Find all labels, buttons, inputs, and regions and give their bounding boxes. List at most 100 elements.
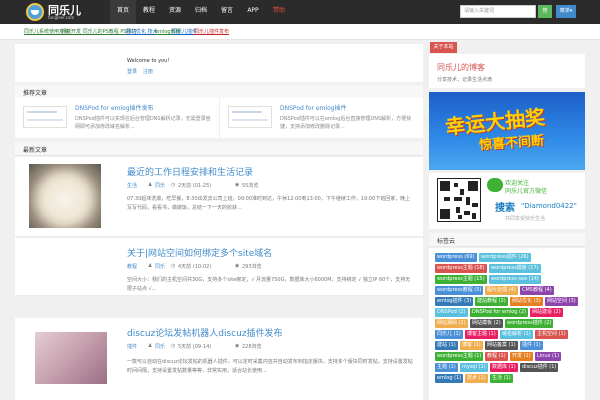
tag-link[interactable]: 网站优化 技术	[126, 28, 158, 35]
recommended-desc: DNSPod插件可以实现在后台管理DNS解析记录，无需登录官网即可添加修改域名解…	[75, 116, 211, 130]
tag-cloud-item[interactable]: discuz插件 (1)	[520, 363, 559, 372]
tag-cloud-item[interactable]: emlog插件 (3)	[435, 297, 474, 306]
tag-cloud-item[interactable]: CMS教程 (4)	[520, 286, 554, 295]
recommend-section-header: 推荐文章	[15, 85, 423, 99]
tag-cloud-item[interactable]: wordpress插件 (2)	[505, 319, 554, 328]
post-author[interactable]: 同乐	[155, 263, 165, 270]
nav-item-donate[interactable]: 赞助	[266, 0, 292, 24]
post-date: 2天前 (01-25)	[178, 183, 212, 189]
clock-icon: ◷	[171, 182, 176, 188]
tag-cloud-item[interactable]: 技术 (1)	[465, 374, 488, 383]
login-link[interactable]: 登录	[127, 68, 137, 75]
clock-icon: ◷	[171, 263, 176, 269]
banner-subline: 惊喜不间断	[478, 133, 545, 154]
tag-cloud-item[interactable]: wordpress seo (14)	[489, 275, 541, 284]
tag-cloud-item[interactable]: 主机空间 (1)	[535, 330, 568, 339]
tag-cloud-item[interactable]: 图片处理 (4)	[485, 286, 518, 295]
eye-icon: ◉	[235, 343, 240, 349]
wechat-account-text: 同乐儿官方微信	[505, 188, 548, 195]
tag-cloud-item[interactable]: mysql (1)	[460, 363, 488, 372]
search-input[interactable]: 请输入关键词	[460, 5, 536, 18]
tag-cloud-item[interactable]: 生活 (1)	[490, 374, 513, 383]
tag-cloud-item[interactable]: wordpress模板 (17)	[489, 264, 541, 273]
nav-item-home[interactable]: 首页	[110, 0, 136, 24]
nav-item-archive[interactable]: 归档	[188, 0, 214, 24]
recommended-item[interactable]: DNSPod for emlog插件发布 DNSPod插件可以实现在后台管理DN…	[15, 98, 219, 138]
recommended-thumbnail[interactable]	[228, 106, 272, 128]
section-title: 推荐文章	[23, 90, 48, 97]
post-category[interactable]: 教程	[127, 263, 137, 270]
post-author[interactable]: 同乐	[155, 343, 165, 350]
tag-cloud-item[interactable]: 建站 (1)	[435, 341, 458, 350]
post-thumbnail-image[interactable]	[35, 332, 107, 384]
tag-cloud-item[interactable]: wordpress插件 (26)	[479, 253, 531, 262]
menu-dropdown-button[interactable]: 菜单▾	[556, 5, 576, 18]
tag-cloud-item[interactable]: 网站空间 (3)	[545, 297, 578, 306]
section-title: 标签云	[437, 238, 456, 245]
post-category[interactable]: 生活	[127, 182, 137, 189]
tag-cloud-item[interactable]: 插件 (1)	[520, 341, 543, 350]
wechat-icon	[487, 178, 503, 192]
nav-item-app[interactable]: APP	[240, 0, 266, 24]
tag-cloud-item[interactable]: wordpress主题 (15)	[435, 275, 487, 284]
author-icon: ♟	[148, 263, 153, 269]
tag-cloud-header: 标签云	[429, 233, 585, 247]
post-thumbnail-image[interactable]	[29, 164, 101, 228]
post-title[interactable]: discuz论坛发帖机器人discuz插件发布	[127, 326, 283, 339]
tag-cloud-item[interactable]: 开发 (1)	[510, 352, 533, 361]
tag-cloud-item[interactable]: 数据库 (1)	[490, 363, 518, 372]
register-link[interactable]: 注册	[143, 68, 153, 75]
post-excerpt: 07:30起床洗漱，吃早餐，8:30出发去公司上班，09:00准时到达，午休12…	[127, 196, 411, 211]
sidebar-site-name[interactable]: 同乐儿的博客	[437, 62, 485, 73]
recommended-desc: DNSPod插件可以在emlog后台直接管理DNS解析，方便快捷，支持添加修改删…	[280, 116, 412, 130]
tag-cloud-item[interactable]: wordpress (69)	[435, 253, 477, 262]
tag-cloud-item[interactable]: 网站建设 (2)	[530, 308, 563, 317]
tag-cloud-item[interactable]: wordpress主题 (18)	[435, 264, 487, 273]
logo-mascot-icon	[26, 3, 44, 21]
post-category[interactable]: 插件	[127, 343, 137, 350]
post-item: discuz论坛发帖机器人discuz插件发布 插件 ♟ 同乐 ◷ 5天前 (0…	[15, 318, 423, 400]
recommended-thumbnail[interactable]	[23, 106, 67, 128]
post-excerpt: 空间大小：我们的主机空间共30G，支持多个site绑定，√ 月流量750G，数据…	[127, 277, 411, 292]
tag-cloud-item[interactable]: wordpress教程 (5)	[435, 286, 484, 295]
eye-icon: ◉	[235, 182, 240, 188]
recommended-item[interactable]: DNSPod for emlog插件 DNSPod插件可以在emlog后台直接管…	[219, 98, 423, 138]
post-item: 最近的工作日程安排和生活记录 生活 ♟ 同乐 ◷ 2天前 (01-25) ◉ 5…	[15, 157, 423, 237]
post-title[interactable]: 最近的工作日程安排和生活记录	[127, 165, 253, 178]
welcome-text: Welcome to you!	[127, 58, 170, 64]
tag-cloud-item[interactable]: 教程 (1)	[485, 352, 508, 361]
nav-item-tutorials[interactable]: 教程	[136, 0, 162, 24]
post-title[interactable]: 关于|网站空间如何绑定多个site域名	[127, 246, 272, 259]
tag-cloud-item[interactable]: 域名解析 (1)	[500, 330, 533, 339]
nav-item-guestbook[interactable]: 留言	[214, 0, 240, 24]
recommended-title[interactable]: DNSPod for emlog插件发布	[75, 103, 154, 112]
tag-link[interactable]: 同乐儿插件发布	[194, 28, 229, 35]
tag-cloud-item[interactable]: 博客 (1)	[460, 341, 483, 350]
wechat-slogan: 共同享受快乐生活	[505, 216, 546, 222]
nav-item-resources[interactable]: 资源	[162, 0, 188, 24]
tag-cloud-item[interactable]: DNSPod for emlog (2)	[470, 308, 529, 317]
post-item: 关于|网站空间如何绑定多个site域名 教程 ♟ 同乐 ◷ 4天前 (10-02…	[15, 238, 423, 296]
sidebar-about-panel: 同乐儿的博客 分享技术，记录生活点滴	[429, 54, 585, 88]
tag-cloud-item[interactable]: 网站优化 (3)	[510, 297, 543, 306]
post-date: 5天前 (09-14)	[178, 344, 212, 350]
tag-cloud-item[interactable]: 网站备案 (1)	[485, 341, 518, 350]
tag-cloud-item[interactable]: wordpress主题 (1)	[435, 352, 484, 361]
wechat-search-label: 搜索	[495, 203, 515, 214]
search-button[interactable]: 搜	[538, 5, 552, 18]
lottery-banner[interactable]: 幸运大抽奖 惊喜不间断	[429, 92, 585, 170]
tag-cloud-item[interactable]: 同乐儿 (1)	[435, 330, 463, 339]
post-author[interactable]: 同乐	[155, 182, 165, 189]
tag-cloud-item[interactable]: Linux (1)	[535, 352, 562, 361]
tag-cloud-item[interactable]: 网站源码 (2)	[435, 319, 468, 328]
tag-cloud-item[interactable]: emlog (1)	[435, 374, 464, 383]
recommended-title[interactable]: DNSPod for emlog插件	[280, 103, 347, 112]
tag-cloud-item[interactable]: DNSPod (2)	[435, 308, 468, 317]
tag-cloud-item[interactable]: 博客主题 (1)	[465, 330, 498, 339]
qr-code-icon	[437, 178, 481, 222]
tag-cloud-item[interactable]: 网站模板 (2)	[470, 319, 503, 328]
site-logo[interactable]: 同乐儿 tongleer.com	[26, 3, 106, 22]
author-icon: ♟	[148, 182, 153, 188]
tag-cloud-item[interactable]: 建站教程 (3)	[475, 297, 508, 306]
tag-cloud-item[interactable]: 主题 (1)	[435, 363, 458, 372]
